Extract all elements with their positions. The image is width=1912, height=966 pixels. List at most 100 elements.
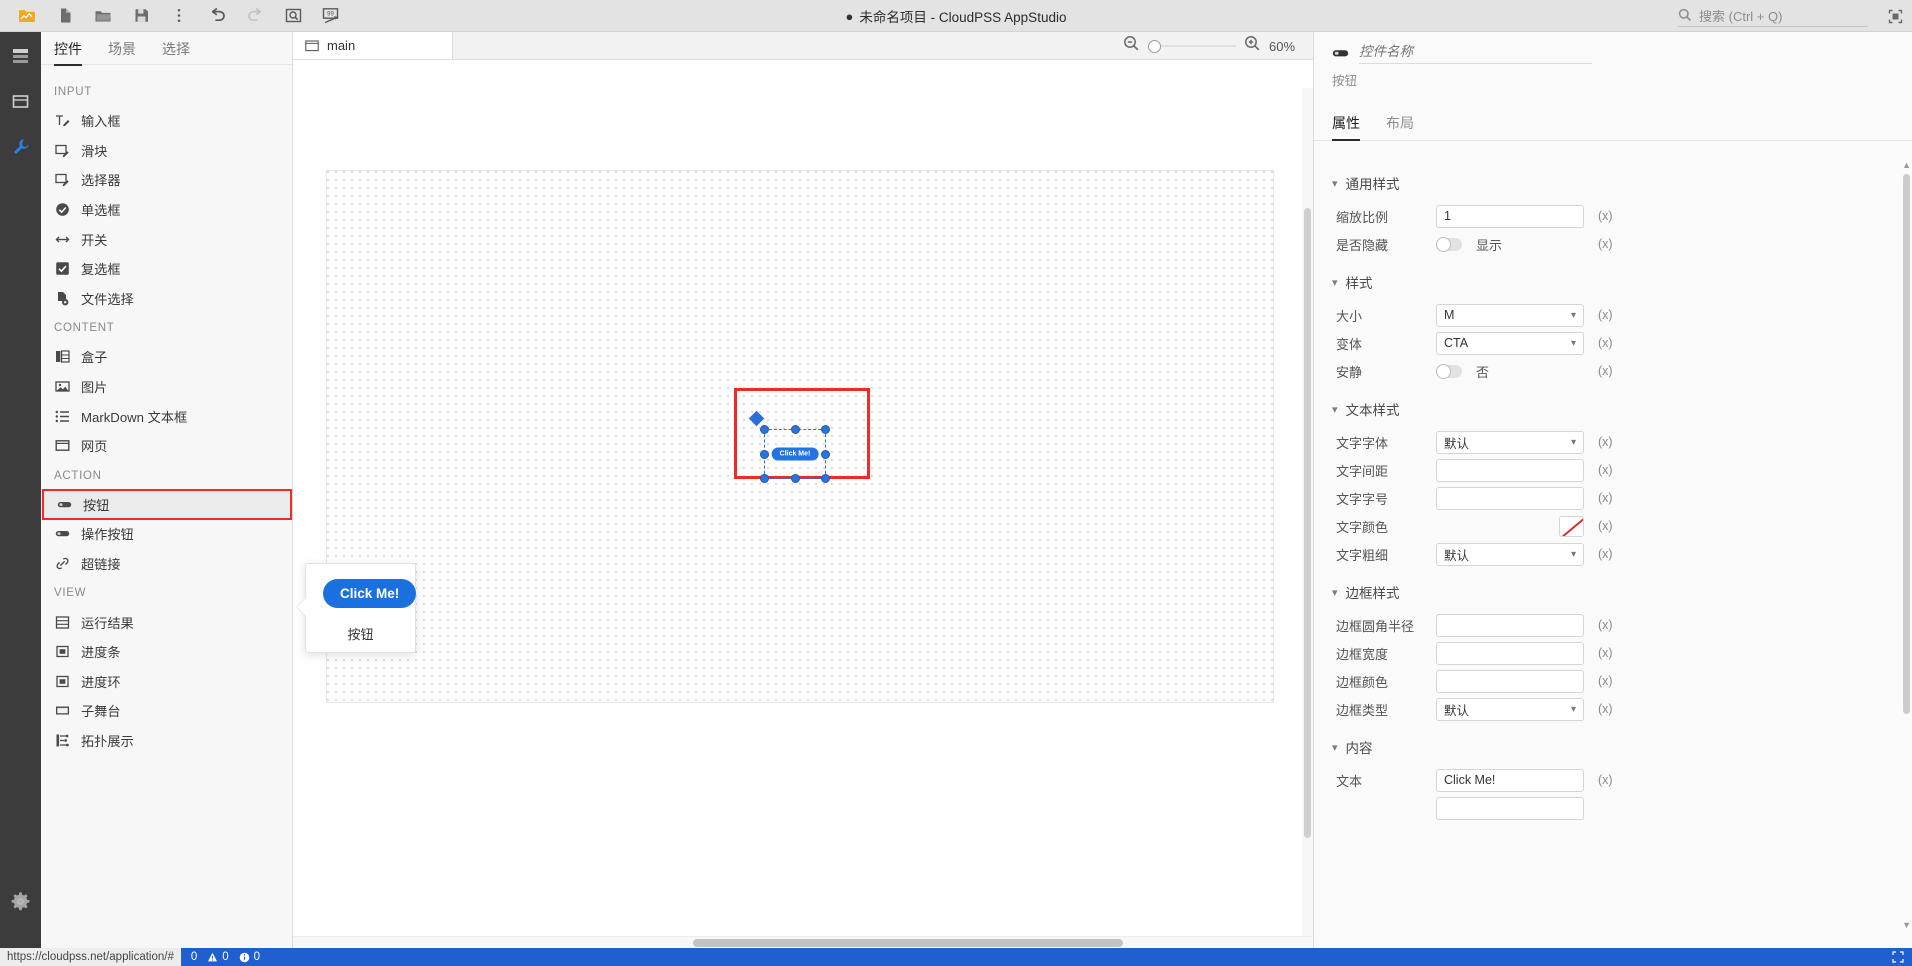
rail-item-layers[interactable] [0, 32, 41, 78]
section-border-style[interactable]: ▾ 边框样式 [1314, 568, 1912, 611]
content-text-input[interactable]: Click Me! [1436, 768, 1584, 792]
zoom-in-icon[interactable] [1244, 35, 1261, 57]
widget-item-topology[interactable]: 拓扑展示 [41, 726, 292, 756]
section-style[interactable]: ▾ 样式 [1314, 258, 1912, 301]
widget-item-action-button[interactable]: 操作按钮 [41, 519, 292, 549]
partial-input[interactable] [1436, 796, 1584, 820]
tab-layout[interactable]: 布局 [1386, 113, 1414, 140]
widget-item-select[interactable]: 选择器 [41, 165, 292, 195]
preview-button[interactable]: Click Me! [323, 579, 417, 608]
widget-item-sub-stage[interactable]: 子舞台 [41, 696, 292, 726]
fullscreen-icon[interactable] [1878, 1, 1912, 31]
status-info[interactable]: 0 [239, 951, 260, 963]
resize-handle-middle-left[interactable] [760, 449, 769, 459]
border-width-input[interactable] [1436, 641, 1584, 665]
size-select[interactable]: M ▾ [1436, 303, 1584, 327]
expression-toggle[interactable]: (x) [1598, 702, 1613, 716]
expression-toggle[interactable]: (x) [1598, 463, 1613, 477]
expression-toggle[interactable]: (x) [1598, 491, 1613, 505]
canvas-hscroll-thumb[interactable] [693, 939, 1123, 947]
redo-icon[interactable] [236, 1, 274, 31]
rail-item-settings[interactable] [0, 878, 41, 924]
undo-icon[interactable] [198, 1, 236, 31]
border-color-input[interactable] [1436, 669, 1584, 693]
font-family-select[interactable]: 默认 ▾ [1436, 430, 1584, 454]
widget-item-progress-ring[interactable]: 进度环 [41, 667, 292, 697]
expression-toggle[interactable]: (x) [1598, 519, 1613, 533]
expression-toggle[interactable]: (x) [1598, 308, 1613, 322]
variant-select[interactable]: CTA ▾ [1436, 331, 1584, 355]
canvas-horizontal-scrollbar[interactable] [293, 936, 1313, 948]
expression-toggle[interactable]: (x) [1598, 618, 1613, 632]
open-folder-icon[interactable] [84, 1, 122, 31]
expression-toggle[interactable]: (x) [1598, 209, 1613, 223]
font-color-swatch[interactable] [1559, 515, 1584, 537]
properties-vscroll-thumb[interactable] [1903, 174, 1910, 714]
save-icon[interactable] [122, 1, 160, 31]
widget-item-markdown[interactable]: MarkDown 文本框 [41, 401, 292, 431]
section-content[interactable]: ▾ 内容 [1314, 723, 1912, 766]
canvas-vertical-scrollbar[interactable] [1302, 88, 1313, 936]
app-logo-icon[interactable] [8, 1, 46, 31]
widget-item-radio[interactable]: 单选框 [41, 195, 292, 225]
font-size-input[interactable] [1436, 486, 1584, 510]
design-stage[interactable]: Click Me! [326, 170, 1274, 703]
canvas-viewport[interactable]: Click Me! [293, 60, 1313, 948]
resize-handle-top-right[interactable] [821, 425, 830, 434]
zoom-slider-knob[interactable] [1148, 39, 1161, 53]
widget-item-result[interactable]: 运行结果 [41, 607, 292, 637]
run-icon[interactable]: 99 [312, 1, 350, 31]
widget-item-progress-bar[interactable]: 进度条 [41, 637, 292, 667]
status-warnings[interactable]: 0 [207, 951, 229, 963]
rail-item-tools[interactable] [0, 124, 41, 170]
font-weight-select[interactable]: 默认 ▾ [1436, 542, 1584, 566]
more-vertical-icon[interactable] [160, 1, 198, 31]
resize-handle-middle-right[interactable] [821, 449, 830, 459]
canvas-vscroll-thumb[interactable] [1304, 208, 1311, 838]
resize-handle-bottom-center[interactable] [790, 474, 800, 483]
widget-item-hyperlink[interactable]: 超链接 [41, 549, 292, 579]
zoom-out-icon[interactable] [1123, 35, 1140, 57]
widget-item-switch[interactable]: 开关 [41, 224, 292, 254]
expand-icon[interactable] [1892, 951, 1904, 963]
selection-bounding-box[interactable]: Click Me! [760, 425, 830, 483]
widget-item-webpage[interactable]: 网页 [41, 431, 292, 461]
section-general-style[interactable]: ▾ 通用样式 [1314, 159, 1912, 202]
expression-toggle[interactable]: (x) [1598, 336, 1613, 350]
border-style-select[interactable]: 默认 ▾ [1436, 697, 1584, 721]
zoom-slider[interactable] [1148, 39, 1236, 53]
border-radius-input[interactable] [1436, 613, 1584, 637]
rail-item-box[interactable] [0, 78, 41, 124]
search-input[interactable]: 搜索 (Ctrl + Q) [1678, 5, 1868, 27]
letter-spacing-input[interactable] [1436, 458, 1584, 482]
section-text-style[interactable]: ▾ 文本样式 [1314, 385, 1912, 428]
tab-properties[interactable]: 属性 [1332, 113, 1360, 141]
tab-scenes[interactable]: 场景 [108, 39, 136, 65]
hidden-toggle[interactable] [1436, 236, 1462, 252]
widget-item-button[interactable]: 按钮 [42, 488, 292, 521]
expression-toggle[interactable]: (x) [1598, 773, 1613, 787]
canvas-tab-main[interactable]: main [293, 32, 453, 59]
resize-handle-bottom-right[interactable] [821, 474, 830, 483]
widget-item-box-layout[interactable]: 盒子 [41, 342, 292, 372]
resize-handle-top-left[interactable] [760, 425, 769, 434]
widget-item-file-picker[interactable]: 文件选择 [41, 284, 292, 314]
widget-name-input[interactable] [1359, 42, 1592, 64]
new-file-icon[interactable] [46, 1, 84, 31]
tab-widgets[interactable]: 控件 [54, 39, 82, 66]
scroll-down-arrow-icon[interactable]: ▼ [1902, 920, 1911, 930]
scale-ratio-input[interactable]: 1 [1436, 204, 1584, 228]
expression-toggle[interactable]: (x) [1598, 237, 1613, 251]
widget-item-slider[interactable]: 滑块 [41, 136, 292, 166]
expression-toggle[interactable]: (x) [1598, 364, 1613, 378]
expression-toggle[interactable]: (x) [1598, 435, 1613, 449]
resize-handle-top-center[interactable] [790, 425, 800, 434]
quiet-toggle[interactable] [1436, 363, 1462, 379]
properties-vertical-scrollbar[interactable] [1903, 166, 1910, 918]
resize-handle-bottom-left[interactable] [760, 474, 769, 483]
expression-toggle[interactable]: (x) [1598, 646, 1613, 660]
widget-item-image[interactable]: 图片 [41, 372, 292, 402]
expression-toggle[interactable]: (x) [1598, 674, 1613, 688]
widget-item-checkbox[interactable]: 复选框 [41, 254, 292, 284]
expression-toggle[interactable]: (x) [1598, 547, 1613, 561]
